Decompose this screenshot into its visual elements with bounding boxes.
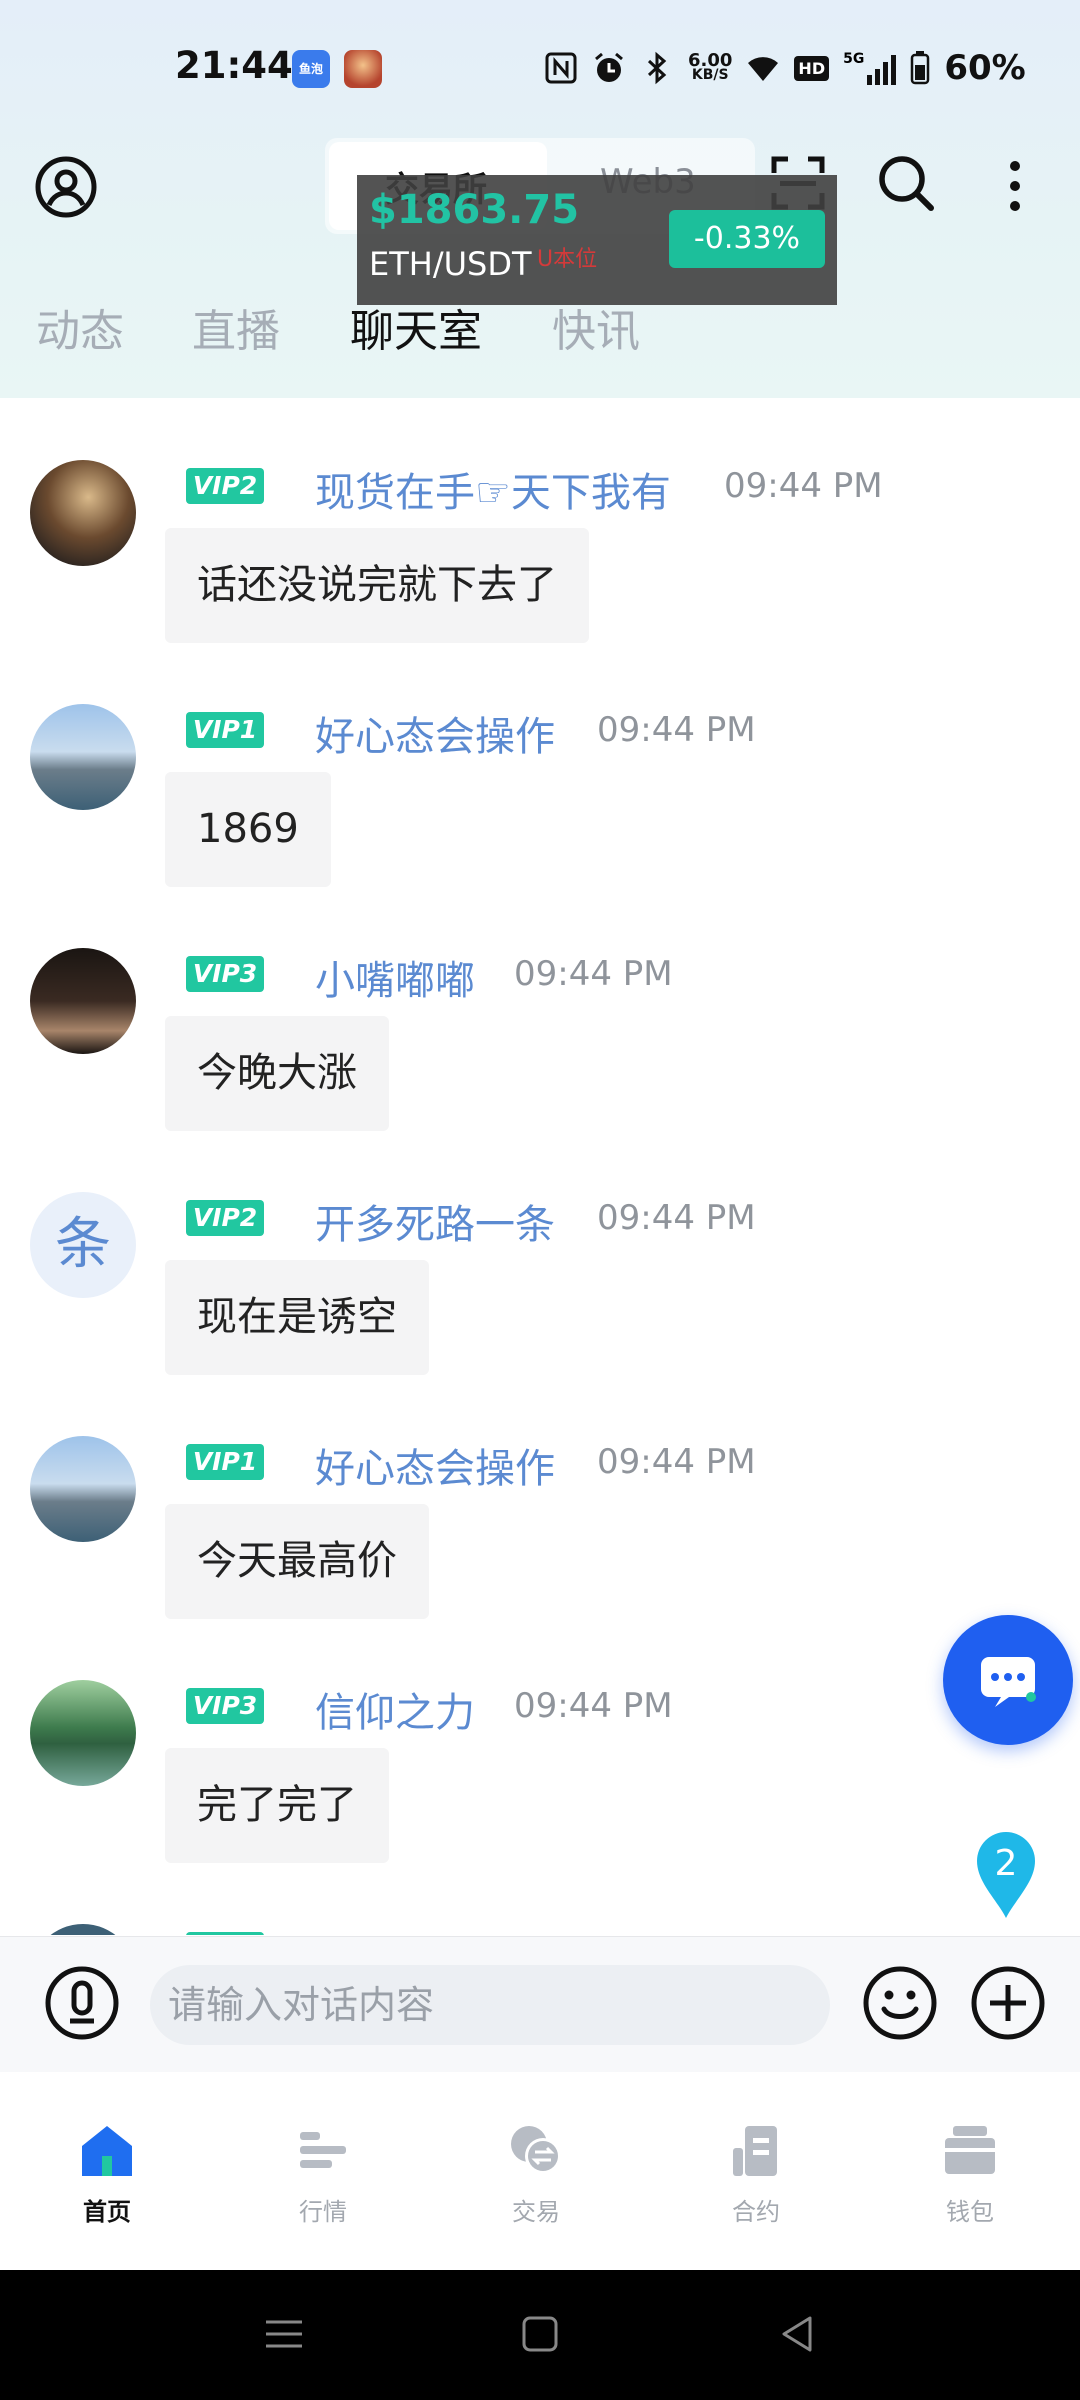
hd-icon: HD (794, 55, 830, 81)
home-button-icon[interactable] (516, 2310, 564, 2358)
chat-message-list[interactable]: VIP2 现货在手☞天下我有 09:44 PM 话还没说完就下去了 VIP1 好… (0, 398, 1080, 1935)
username[interactable]: 小嘴嘟嘟 (315, 948, 475, 1006)
system-navigation-bar (0, 2270, 1080, 2400)
trade-icon (511, 2126, 561, 2174)
ticker-pair: ETH/USDT (369, 245, 532, 283)
message-time: 09:44 PM (597, 710, 756, 750)
vip-badge: VIP2 (186, 1200, 264, 1236)
vip-badge: VIP1 (186, 712, 264, 748)
ticker-unit-tag: U本位 (537, 247, 598, 272)
battery-icon (911, 51, 930, 85)
network-speed: 6.00 KB/S (688, 50, 733, 83)
bluetooth-icon (647, 51, 667, 85)
signal-icon: 5G (843, 51, 897, 85)
nav-label: 首页 (83, 2198, 131, 2226)
username[interactable]: 现货在手☞天下我有 (315, 460, 671, 518)
avatar[interactable] (30, 1680, 136, 1786)
notification-app-icon: 鱼泡 (292, 50, 330, 88)
avatar[interactable] (30, 1436, 136, 1542)
message-time: 09:44 PM (514, 954, 673, 994)
tab-dynamics[interactable]: 动态 (36, 295, 124, 359)
nav-label: 行情 (299, 2198, 347, 2226)
message-time: 09:44 PM (597, 1198, 756, 1238)
chat-message: VIP1 好心态会操作 09:44 PM 1869 (0, 642, 1080, 887)
nav-market[interactable]: 行情 (253, 2120, 393, 2227)
chat-message: 条 VIP2 开多死路一条 09:44 PM 现在是诱空 (0, 1130, 1080, 1375)
profile-icon[interactable] (34, 155, 98, 219)
voice-input-icon[interactable] (42, 1963, 122, 2043)
back-icon[interactable] (774, 2310, 822, 2358)
add-attachment-icon[interactable] (968, 1963, 1048, 2043)
battery-percent: 60% (944, 48, 1026, 88)
message-time: 09:44 PM (514, 1686, 673, 1726)
avatar[interactable] (30, 1924, 136, 1935)
username[interactable]: 开多死路一条 (315, 1192, 555, 1250)
nav-label: 合约 (732, 2198, 780, 2226)
message-bubble[interactable]: 完了完了 (165, 1748, 389, 1863)
nfc-icon (545, 52, 577, 84)
avatar[interactable] (30, 460, 136, 566)
home-icon (82, 2126, 132, 2176)
search-icon[interactable] (876, 153, 936, 213)
nav-home[interactable]: 首页 (37, 2120, 177, 2227)
ticker-price: $1863.75 (369, 187, 580, 233)
vip-badge: VIP3 (186, 1688, 264, 1724)
chat-bubble-icon (981, 1657, 1036, 1707)
market-icon (300, 2132, 346, 2168)
nav-wallet[interactable]: 钱包 (900, 2120, 1040, 2227)
more-options-icon[interactable] (1000, 158, 1030, 214)
nav-trade[interactable]: 交易 (466, 2120, 606, 2227)
chat-input-bar (0, 1936, 1080, 2072)
username[interactable]: 信仰之力 (315, 1680, 475, 1738)
message-bubble[interactable]: 1869 (165, 772, 331, 887)
avatar[interactable] (30, 948, 136, 1054)
message-input[interactable] (150, 1965, 830, 2045)
chat-message: VIP2 现货在手☞天下我有 09:44 PM 话还没说完就下去了 (0, 398, 1080, 643)
message-time: 09:44 PM (597, 1442, 756, 1482)
feed-tabs: 动态 直播 聊天室 快讯 (0, 295, 1080, 375)
ticker-change-badge: -0.33% (669, 210, 825, 268)
username[interactable]: 好心态会操作 (315, 1436, 555, 1494)
tab-live[interactable]: 直播 (192, 295, 280, 359)
username[interactable]: 好心态会操作 (315, 704, 555, 762)
chat-message: VIP3 信仰之力 09:44 PM 完了完了 (0, 1618, 1080, 1863)
status-bar: 21:44 鱼泡 6.00 KB/S HD 5G 60% (0, 0, 1080, 140)
avatar[interactable]: 条 (30, 1192, 136, 1298)
unread-count: 2 (994, 1843, 1018, 1884)
contract-icon (733, 2126, 777, 2176)
tab-chatroom[interactable]: 聊天室 (350, 295, 482, 359)
open-chat-button[interactable] (943, 1615, 1073, 1745)
vip-badge: VIP2 (186, 468, 264, 504)
nav-label: 交易 (512, 2198, 560, 2226)
price-ticker-overlay[interactable]: $1863.75 ETH/USDT U本位 -0.33% (357, 175, 837, 305)
emoji-icon[interactable] (860, 1963, 940, 2043)
tab-news[interactable]: 快讯 (552, 295, 640, 359)
notification-game-icon (344, 50, 382, 88)
nav-label: 钱包 (946, 2198, 994, 2226)
chat-message: VIP1 好心态会操作 09:44 PM 今天最高价 (0, 1374, 1080, 1619)
message-time: 09:44 PM (724, 466, 883, 506)
clock: 21:44 (175, 44, 293, 87)
message-bubble[interactable]: 今天最高价 (165, 1504, 429, 1619)
message-bubble[interactable]: 现在是诱空 (165, 1260, 429, 1375)
message-bubble[interactable]: 今晚大涨 (165, 1016, 389, 1131)
vip-badge: VIP1 (186, 1444, 264, 1480)
message-bubble[interactable]: 话还没说完就下去了 (165, 528, 589, 643)
bottom-navigation: 首页 行情 交易 合约 钱包 (0, 2072, 1080, 2270)
vip-badge: VIP3 (186, 956, 264, 992)
wallet-icon (945, 2126, 995, 2174)
chat-message-partial (0, 1862, 1080, 1935)
alarm-icon (595, 52, 623, 82)
chat-message: VIP3 小嘴嘟嘟 09:44 PM 今晚大涨 (0, 886, 1080, 1131)
nav-contract[interactable]: 合约 (686, 2120, 826, 2227)
wifi-icon (748, 57, 779, 81)
vip-badge-partial (186, 1932, 264, 1935)
avatar[interactable] (30, 704, 136, 810)
status-icons: 6.00 KB/S HD 5G 60% (544, 46, 1026, 90)
recents-menu-icon[interactable] (260, 2310, 308, 2358)
